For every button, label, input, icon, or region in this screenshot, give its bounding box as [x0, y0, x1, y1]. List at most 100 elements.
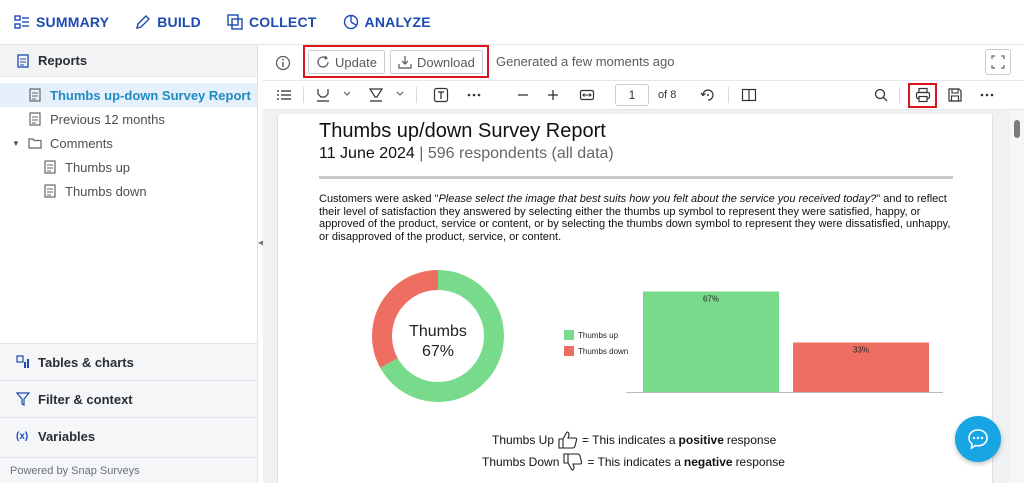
document-viewer[interactable]: Thumbs up/down Survey Report 11 June 202…	[263, 110, 1024, 483]
download-label: Download	[417, 54, 475, 70]
expand-triangle-icon[interactable]: ▼	[12, 139, 20, 148]
download-icon	[398, 56, 412, 69]
thumbs-up-icon	[558, 431, 578, 449]
filter-icon	[16, 392, 30, 406]
nav-collect-label: COLLECT	[249, 14, 317, 30]
fullscreen-icon	[991, 55, 1005, 69]
report-separator: |	[419, 145, 424, 162]
toolbar-divider	[303, 87, 304, 103]
vertical-scrollbar[interactable]	[1010, 110, 1024, 483]
thumbs-up-text-post: response	[726, 433, 777, 447]
sidebar-footer: Powered by Snap Surveys	[0, 457, 257, 483]
nav-collect[interactable]: COLLECT	[227, 14, 317, 30]
report-date: 11 June 2024	[319, 145, 415, 162]
donut-chart: Thumbs 67%	[372, 270, 504, 402]
tree-item-label: Comments	[50, 135, 113, 151]
nav-summary-label: SUMMARY	[36, 14, 110, 30]
more-tools-icon[interactable]	[466, 87, 482, 103]
tree-item-thumbs-up[interactable]: Thumbs up	[0, 155, 257, 179]
section-filter-context[interactable]: Filter & context	[0, 380, 257, 417]
donut-center-label: Thumbs	[409, 323, 467, 340]
nav-build[interactable]: BUILD	[135, 14, 201, 30]
toolbar-divider	[416, 87, 417, 103]
sidebar: Reports Thumbs up-down Survey Report Pre…	[0, 45, 258, 483]
highlight-tool-icon[interactable]	[315, 87, 331, 103]
bar-chart: 67% 33%	[626, 291, 943, 393]
fullscreen-button[interactable]	[985, 49, 1011, 75]
tree-item-label: Thumbs up	[65, 159, 131, 175]
update-label: Update	[335, 54, 377, 70]
nav-build-label: BUILD	[157, 14, 201, 30]
scrollbar-thumb[interactable]	[1014, 120, 1020, 138]
thumbs-down-label: Thumbs Down	[482, 455, 560, 469]
thumbs-down-explanation: Thumbs Down = This indicates a negative …	[482, 452, 785, 472]
zoom-in-icon[interactable]	[545, 87, 561, 103]
chat-icon	[968, 429, 988, 450]
pdf-toolbar: 1 of 8	[263, 81, 1024, 110]
generated-status: Generated a few moments ago	[496, 54, 675, 69]
text-tool-icon[interactable]	[433, 87, 449, 103]
report-respondents: 596 respondents (all data)	[427, 145, 614, 162]
footer-text: Powered by Snap Surveys	[10, 464, 140, 477]
info-icon[interactable]	[275, 55, 291, 71]
nav-summary[interactable]: SUMMARY	[14, 14, 109, 30]
document-icon	[29, 112, 41, 126]
page-view-icon[interactable]	[741, 87, 757, 103]
desc-prefix: Customers were asked "	[319, 193, 439, 205]
section-label: Filter & context	[38, 391, 133, 407]
chevron-down-icon[interactable]	[396, 90, 404, 98]
pencil-icon	[136, 15, 151, 29]
tree-item-label: Previous 12 months	[50, 111, 165, 127]
draw-tool-icon[interactable]	[368, 87, 384, 103]
tree-item-thumbs-down[interactable]: Thumbs down	[0, 179, 257, 203]
sidebar-sections: Tables & charts Filter & context (x) Var…	[0, 343, 257, 454]
report-tree: Thumbs up-down Survey Report Previous 12…	[0, 77, 257, 343]
document-icon	[44, 184, 56, 198]
report-description: Customers were asked "Please select the …	[319, 193, 959, 243]
bar-data-label: 33%	[853, 346, 869, 355]
tree-item-label: Thumbs down	[65, 183, 147, 199]
more-options-icon[interactable]	[979, 87, 995, 103]
tree-item-thumbs-survey-report[interactable]: Thumbs up-down Survey Report	[0, 83, 257, 107]
toolbar-divider	[728, 87, 729, 103]
download-button[interactable]: Download	[390, 50, 483, 74]
thumbs-up-text-pre: = This indicates a	[582, 433, 676, 447]
chat-button[interactable]	[955, 416, 1001, 462]
chevron-down-icon[interactable]	[343, 90, 351, 98]
folder-icon	[28, 138, 42, 149]
sidebar-header-reports[interactable]: Reports	[0, 45, 257, 77]
nav-analyze-label: ANALYZE	[364, 14, 431, 30]
print-icon[interactable]	[915, 87, 931, 103]
report-subtitle: 11 June 2024 | 596 respondents (all data…	[319, 145, 614, 163]
thumbs-down-text-pre: = This indicates a	[587, 455, 681, 469]
page-total: of 8	[658, 89, 677, 101]
thumbs-up-label: Thumbs Up	[492, 433, 555, 447]
section-label: Tables & charts	[38, 354, 134, 370]
refresh-icon	[317, 55, 329, 68]
zoom-out-icon[interactable]	[515, 87, 531, 103]
variables-icon: (x)	[16, 430, 29, 442]
bar-thumbs-up	[643, 291, 779, 392]
save-icon[interactable]	[947, 87, 963, 103]
title-divider	[319, 176, 953, 179]
report-page: Thumbs up/down Survey Report 11 June 202…	[277, 114, 993, 483]
page-number-input[interactable]: 1	[615, 84, 649, 106]
update-button[interactable]: Update	[308, 50, 385, 74]
thumbs-up-explanation: Thumbs Up = This indicates a positive re…	[492, 430, 776, 450]
fit-width-icon[interactable]	[579, 87, 595, 103]
rotate-icon[interactable]	[700, 87, 716, 103]
summary-icon	[14, 15, 29, 29]
collapse-sidebar-handle[interactable]: ◀	[258, 238, 264, 248]
reports-icon	[17, 53, 29, 68]
search-icon[interactable]	[873, 87, 889, 103]
document-icon	[29, 88, 41, 102]
contents-icon[interactable]	[276, 87, 292, 103]
thumbs-up-bold: positive	[678, 433, 724, 447]
nav-analyze[interactable]: ANALYZE	[343, 14, 431, 30]
section-tables-charts[interactable]: Tables & charts	[0, 343, 257, 380]
section-variables[interactable]: (x) Variables	[0, 417, 257, 454]
analyze-icon	[343, 14, 358, 30]
tree-item-previous-12-months[interactable]: Previous 12 months	[0, 107, 257, 131]
bar-data-label: 67%	[703, 295, 719, 304]
tree-item-comments[interactable]: ▼ Comments	[0, 131, 257, 155]
